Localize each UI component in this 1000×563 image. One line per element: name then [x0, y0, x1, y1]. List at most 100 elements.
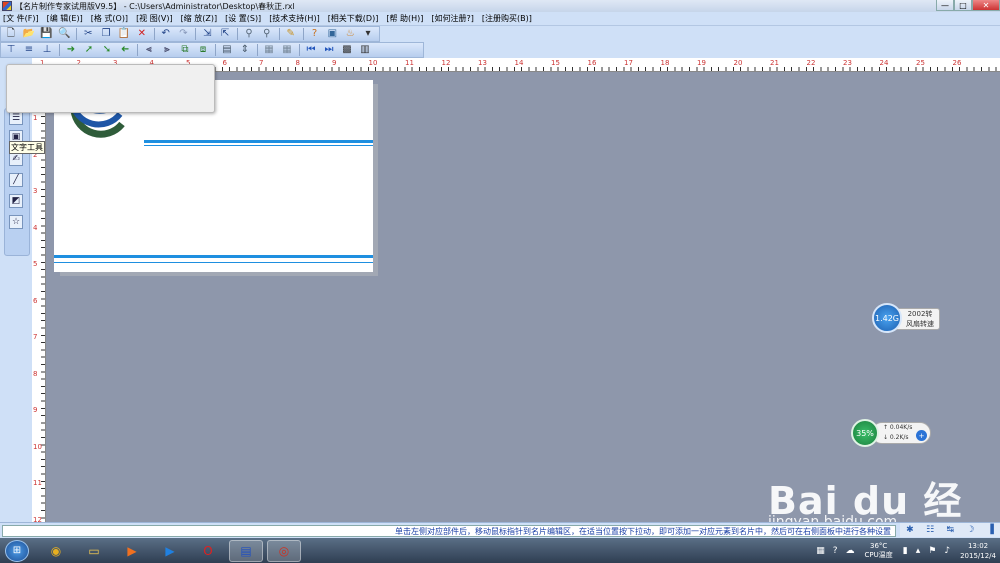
help-tray-icon[interactable]: ?: [833, 546, 838, 556]
zoom-out-icon[interactable]: ⚲: [260, 28, 274, 41]
export-icon[interactable]: ⇱: [218, 28, 232, 41]
next-page-icon[interactable]: ⏭: [322, 44, 336, 57]
card-app-taskbar-icon[interactable]: ▤: [229, 539, 263, 562]
ruler-number: 24: [879, 59, 889, 67]
menu-item[interactable]: [设 置(S)]: [225, 13, 261, 24]
undo-icon[interactable]: ↶: [159, 28, 173, 41]
distribute-icon[interactable]: ⇕: [238, 44, 252, 57]
target-taskbar-icon[interactable]: ◎: [267, 539, 301, 562]
top-line-1[interactable]: [144, 140, 373, 143]
player-taskbar-icon[interactable]: ▶: [153, 540, 187, 562]
cloud-tray-icon[interactable]: ☁: [846, 546, 855, 556]
fan-speed-gadget[interactable]: 2002转 风扇转速 1.42G: [872, 303, 942, 333]
cut-icon[interactable]: ✂: [81, 28, 95, 41]
opera-taskbar-icon[interactable]: O: [191, 540, 225, 562]
menu-item[interactable]: [技术支持(H)]: [269, 13, 320, 24]
table-icon[interactable]: ▥: [358, 44, 372, 57]
open-icon[interactable]: 📂: [22, 28, 36, 41]
layer-back-icon[interactable]: ▦: [262, 44, 276, 57]
network-tray-icon[interactable]: ▦: [816, 546, 825, 556]
top-line-2[interactable]: [144, 145, 373, 146]
status-tool-icon[interactable]: ↹: [947, 525, 955, 535]
menu-item[interactable]: [帮 助(H)]: [386, 13, 423, 24]
clock[interactable]: 13:02 2015/12/4: [960, 541, 996, 561]
menu-item[interactable]: [注册购买(B)]: [482, 13, 532, 24]
ruler-number: 22: [806, 59, 816, 67]
network-gadget[interactable]: ↑ 0.04K/s ↓ 0.2K/s + 35%: [851, 419, 931, 447]
align-top-icon[interactable]: ⊤: [4, 44, 18, 57]
menu-item[interactable]: [视 图(V)]: [136, 13, 173, 24]
folder-taskbar-icon[interactable]: ▭: [77, 540, 111, 562]
line-tool-icon[interactable]: ╱: [9, 173, 23, 187]
new-icon[interactable]: 🗋: [4, 28, 18, 41]
cpu-temp[interactable]: 36°C CPU温度: [865, 542, 893, 560]
status-tool-icon[interactable]: ☷: [926, 525, 934, 535]
list-tool-icon[interactable]: ☰: [9, 111, 23, 125]
zoom-in-icon[interactable]: ⚲: [242, 28, 256, 41]
window-controls: — □ ✕: [936, 0, 1000, 12]
toolbar-separator: [76, 28, 78, 40]
plus-icon[interactable]: +: [916, 430, 927, 441]
chrome-taskbar-icon[interactable]: ◉: [39, 540, 73, 562]
text-tool-icon[interactable]: ✍: [9, 152, 23, 166]
arrow-left-icon[interactable]: ➜: [118, 44, 132, 57]
ruler-number: 10: [33, 442, 42, 451]
image-icon[interactable]: ▣: [325, 28, 339, 41]
star-tool-icon[interactable]: ☆: [9, 215, 23, 229]
align-bottom-icon[interactable]: ⊥: [40, 44, 54, 57]
rect-tool-icon[interactable]: ◩: [9, 194, 23, 208]
print-preview-icon[interactable]: 🔍: [58, 28, 72, 41]
import-icon[interactable]: ⇲: [200, 28, 214, 41]
status-tool-icon[interactable]: ✱: [906, 525, 914, 535]
media-taskbar-icon[interactable]: ▶: [115, 540, 149, 562]
minimize-button[interactable]: —: [936, 0, 954, 11]
layer-front-icon[interactable]: ▦: [280, 44, 294, 57]
arrow-up-right-icon[interactable]: ➚: [82, 44, 96, 57]
align-middle-icon[interactable]: ≡: [22, 44, 36, 57]
first-page-icon[interactable]: ⏮: [304, 44, 318, 57]
align-toolbar: ⊤ ≡ ⊥ ➜ ➚ ➘ ➜ ⫷ ⫸ ⧉ ⧈ ▤ ⇕ ▦ ▦ ⏮ ⏭ ▩ ▥: [0, 42, 424, 58]
help-icon[interactable]: ?: [308, 28, 322, 41]
arrow-right-icon[interactable]: ➜: [64, 44, 78, 57]
ruler-number: 26: [952, 59, 962, 67]
menu-item[interactable]: [格 式(O)]: [91, 13, 128, 24]
battery-tray-icon[interactable]: ▮: [903, 546, 908, 556]
grid-icon[interactable]: ▩: [340, 44, 354, 57]
ungroup-icon[interactable]: ⧈: [196, 44, 210, 57]
paste-icon[interactable]: 📋: [117, 28, 131, 41]
start-button[interactable]: ⊞: [5, 539, 29, 562]
status-tool-icon[interactable]: ☽: [966, 525, 974, 535]
arrow-down-right-icon[interactable]: ➘: [100, 44, 114, 57]
save-icon[interactable]: 💾: [40, 28, 54, 41]
menu-item[interactable]: [编 辑(E)]: [47, 13, 83, 24]
dropdown-icon[interactable]: ▾: [361, 28, 375, 41]
vertical-ruler: 1 2 3 4 5 6 7 8 9 10 11 12: [32, 72, 46, 524]
copy-icon[interactable]: ❐: [99, 28, 113, 41]
maximize-button[interactable]: □: [954, 0, 972, 11]
toolbar-separator: [137, 44, 138, 56]
status-field: 单击左侧对应部件后，移动鼠标指针到名片编辑区，在适当位置按下拉动，即可添加一对应…: [2, 525, 896, 537]
flag-tray-icon[interactable]: ⚑: [928, 546, 936, 556]
show-hidden-icon[interactable]: ▴: [916, 546, 921, 556]
ruler-number: 12: [441, 59, 451, 67]
close-button[interactable]: ✕: [972, 0, 1000, 11]
lock-icon[interactable]: ▤: [220, 44, 234, 57]
redo-icon[interactable]: ↷: [177, 28, 191, 41]
paint-icon[interactable]: ♨: [343, 28, 357, 41]
cpu-temp-value: 36°C: [870, 541, 888, 550]
menu-item[interactable]: [相关下载(D)]: [328, 13, 379, 24]
ruler-number: 19: [697, 59, 706, 67]
bottom-line-2[interactable]: [54, 262, 373, 263]
menu-item[interactable]: [如何注册?]: [431, 13, 474, 24]
group-icon[interactable]: ⧉: [178, 44, 192, 57]
menu-item[interactable]: [缩 放(Z)]: [181, 13, 218, 24]
volume-tray-icon[interactable]: ♪: [944, 546, 950, 556]
menu-item[interactable]: [文 件(F)]: [3, 13, 39, 24]
window-title: 【名片制作专家试用版V9.5】 - C:\Users\Administrator…: [15, 1, 295, 11]
delete-icon[interactable]: ✕: [135, 28, 149, 41]
status-tool-icon[interactable]: ▐: [987, 525, 994, 535]
bottom-line-1[interactable]: [54, 255, 373, 258]
align-right-icon[interactable]: ⫸: [160, 44, 174, 57]
align-left-icon[interactable]: ⫷: [142, 44, 156, 57]
pencil-icon[interactable]: ✎: [284, 28, 298, 41]
